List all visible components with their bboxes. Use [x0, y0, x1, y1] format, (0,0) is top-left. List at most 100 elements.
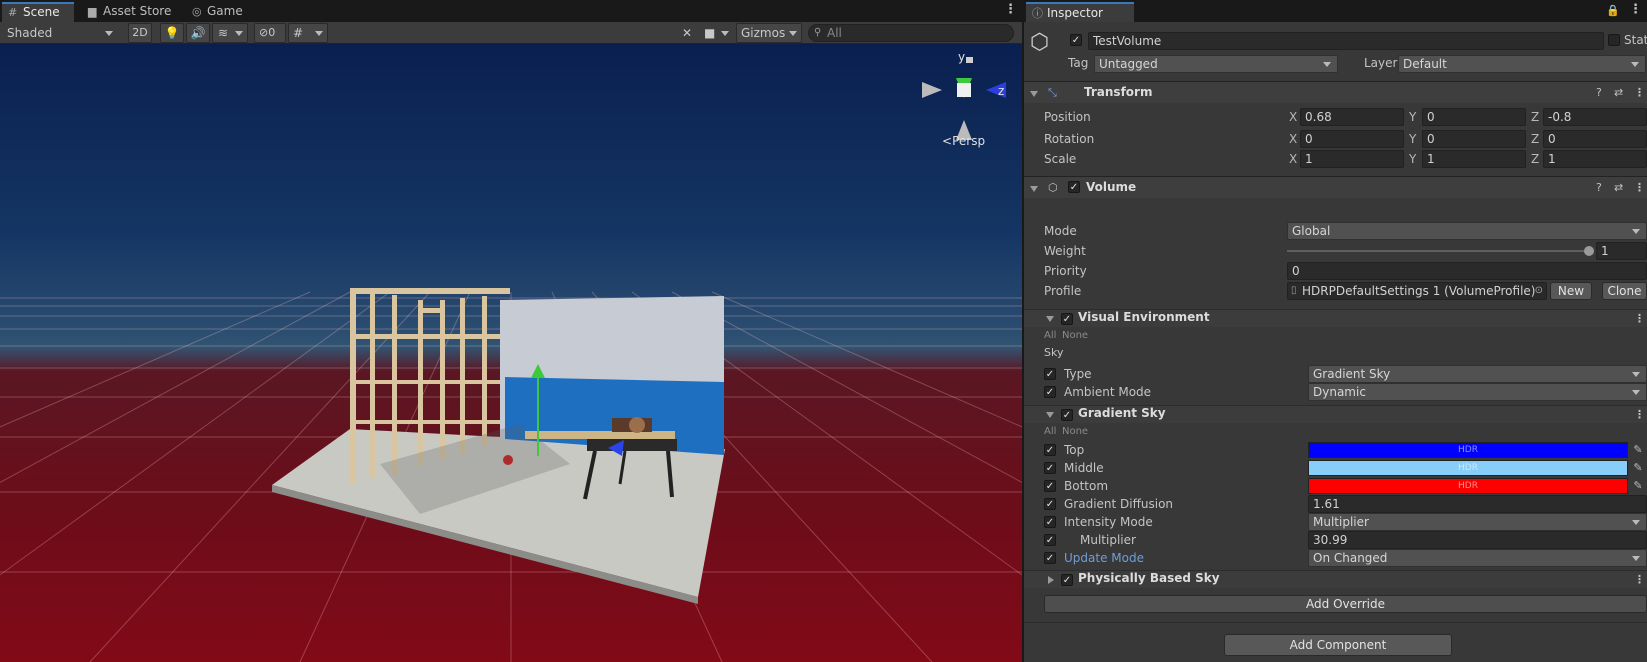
tag-dropdown[interactable]: Untagged — [1094, 55, 1338, 73]
middle-override-checkbox[interactable]: ✓ — [1044, 462, 1056, 474]
ambient-mode-dropdown[interactable]: Dynamic — [1308, 383, 1647, 401]
physically-based-sky-checkbox[interactable]: ✓ — [1061, 574, 1073, 586]
eyedropper-icon[interactable]: ✎ — [1629, 478, 1647, 494]
grid-snap-toggle-icon[interactable]: # — [288, 23, 328, 43]
gizmos-dropdown[interactable]: Gizmos — [736, 23, 802, 43]
override-menu-icon[interactable]: ⋮ — [1634, 408, 1645, 421]
priority-row: Priority 0 — [1024, 262, 1647, 280]
visual-environment-all-none: All None — [1024, 327, 1647, 345]
intensity-override-checkbox[interactable]: ✓ — [1044, 516, 1056, 528]
chevron-down-icon — [1632, 229, 1640, 234]
preset-icon[interactable]: ⇄ — [1614, 86, 1623, 99]
scene-viewport[interactable]: y z <Persp — [0, 44, 1022, 662]
static-checkbox[interactable] — [1608, 34, 1620, 46]
help-icon[interactable]: ? — [1596, 86, 1602, 99]
none-toggle[interactable]: None — [1062, 327, 1088, 345]
object-picker-icon[interactable]: ⊙ — [1535, 283, 1543, 299]
bottom-override-checkbox[interactable]: ✓ — [1044, 480, 1056, 492]
component-menu-icon[interactable]: ⋮ — [1634, 181, 1645, 194]
top-override-checkbox[interactable]: ✓ — [1044, 444, 1056, 456]
scale-z-field[interactable]: 1 — [1543, 150, 1647, 168]
sky-type-row: ✓ Type Gradient Sky — [1024, 365, 1647, 383]
clone-profile-button[interactable]: Clone — [1602, 282, 1647, 300]
fold-arrow-icon[interactable] — [1030, 91, 1038, 97]
inspector-more-menu-icon[interactable]: ⋮ — [1629, 3, 1642, 17]
top-color-field[interactable]: HDR — [1308, 442, 1628, 458]
shading-mode-dropdown[interactable]: Shaded — [2, 23, 120, 43]
hidden-objects-toggle[interactable]: ⊘0 — [254, 23, 286, 43]
multiplier-override-checkbox[interactable]: ✓ — [1044, 534, 1056, 546]
volume-enabled-checkbox[interactable]: ✓ — [1068, 181, 1080, 193]
multiplier-field[interactable]: 30.99 — [1308, 531, 1647, 549]
help-icon[interactable]: ? — [1596, 181, 1602, 194]
scale-y-field[interactable]: 1 — [1422, 150, 1526, 168]
rotation-y-field[interactable]: 0 — [1422, 130, 1526, 148]
diffusion-override-checkbox[interactable]: ✓ — [1044, 498, 1056, 510]
tab-asset-store[interactable]: ▆ Asset Store — [82, 2, 174, 22]
position-x-field[interactable]: 0.68 — [1300, 108, 1404, 126]
sky-type-override-checkbox[interactable]: ✓ — [1044, 368, 1056, 380]
bottom-color-field[interactable]: HDR — [1308, 478, 1628, 494]
rotation-x-field[interactable]: 0 — [1300, 130, 1404, 148]
object-name-field[interactable]: TestVolume — [1088, 32, 1604, 50]
component-menu-icon[interactable]: ⋮ — [1634, 86, 1645, 99]
orientation-gizmo[interactable] — [922, 78, 1006, 140]
camera-settings-icon[interactable]: ■ — [700, 23, 734, 43]
all-toggle[interactable]: All — [1044, 327, 1056, 345]
eyedropper-icon[interactable]: ✎ — [1629, 460, 1647, 476]
scene-more-menu-icon[interactable]: ⋮ — [1004, 3, 1017, 17]
fold-arrow-icon[interactable] — [1030, 186, 1038, 192]
lock-icon[interactable]: 🔒 — [1606, 4, 1620, 17]
add-component-button[interactable]: Add Component — [1224, 634, 1452, 656]
update-mode-dropdown[interactable]: On Changed — [1308, 549, 1647, 567]
scene-search-input[interactable]: ⚲ All — [808, 24, 1014, 42]
fold-arrow-icon[interactable] — [1048, 576, 1054, 584]
fold-arrow-icon[interactable] — [1046, 316, 1054, 322]
eyedropper-icon[interactable]: ✎ — [1629, 442, 1647, 458]
tab-game[interactable]: ◎ Game — [186, 2, 250, 22]
none-toggle[interactable]: None — [1062, 423, 1088, 441]
active-checkbox[interactable]: ✓ — [1070, 34, 1082, 46]
weight-field[interactable]: 1 — [1596, 242, 1647, 260]
volume-header[interactable]: ⬡ ✓ Volume ? ⇄ ⋮ — [1024, 176, 1647, 198]
physically-based-sky-header[interactable]: ✓ Physically Based Sky ⋮ — [1024, 570, 1647, 588]
lock-icon[interactable] — [966, 57, 973, 63]
add-override-button[interactable]: Add Override — [1044, 595, 1647, 613]
cube-icon[interactable]: ⬡ — [1030, 32, 1054, 56]
visual-environment-checkbox[interactable]: ✓ — [1061, 313, 1073, 325]
transform-header[interactable]: ⤡ Transform ? ⇄ ⋮ — [1024, 81, 1647, 103]
gradient-sky-checkbox[interactable]: ✓ — [1061, 409, 1073, 421]
toggle-2d-button[interactable]: 2D — [128, 23, 152, 43]
new-profile-button[interactable]: New — [1550, 282, 1592, 300]
lighting-toggle-icon[interactable]: 💡 — [160, 23, 184, 43]
middle-color-field[interactable]: HDR — [1308, 460, 1628, 476]
ambient-mode-override-checkbox[interactable]: ✓ — [1044, 386, 1056, 398]
tab-scene[interactable]: # Scene — [2, 2, 74, 22]
layer-dropdown[interactable]: Default — [1398, 55, 1646, 73]
profile-object-field[interactable]: ▯ HDRPDefaultSettings 1 (VolumeProfile) … — [1287, 282, 1547, 300]
priority-field[interactable]: 0 — [1287, 262, 1647, 280]
tools-icon[interactable]: ✕ — [676, 23, 698, 43]
weight-slider-track[interactable] — [1287, 250, 1589, 252]
mode-dropdown[interactable]: Global — [1287, 222, 1647, 240]
audio-toggle-icon[interactable]: 🔊 — [186, 23, 210, 43]
scale-x-field[interactable]: 1 — [1300, 150, 1404, 168]
sky-type-dropdown[interactable]: Gradient Sky — [1308, 365, 1647, 383]
projection-toggle[interactable]: <Persp — [942, 134, 985, 148]
preset-icon[interactable]: ⇄ — [1614, 181, 1623, 194]
all-toggle[interactable]: All — [1044, 423, 1056, 441]
position-y-field[interactable]: 0 — [1422, 108, 1526, 126]
tab-inspector[interactable]: ⓘ Inspector — [1026, 2, 1134, 22]
position-z-field[interactable]: -0.8 — [1543, 108, 1647, 126]
visual-environment-header[interactable]: ✓ Visual Environment ⋮ — [1024, 309, 1647, 327]
fold-arrow-icon[interactable] — [1046, 412, 1054, 418]
intensity-mode-dropdown[interactable]: Multiplier — [1308, 513, 1647, 531]
weight-slider-thumb[interactable] — [1584, 246, 1594, 256]
rotation-z-field[interactable]: 0 — [1543, 130, 1647, 148]
override-menu-icon[interactable]: ⋮ — [1634, 312, 1645, 325]
override-menu-icon[interactable]: ⋮ — [1634, 573, 1645, 586]
update-mode-override-checkbox[interactable]: ✓ — [1044, 552, 1056, 564]
effects-toggle-icon[interactable]: ≋ — [212, 23, 248, 43]
gradient-sky-header[interactable]: ✓ Gradient Sky ⋮ — [1024, 405, 1647, 423]
gradient-diffusion-field[interactable]: 1.61 — [1308, 495, 1647, 513]
